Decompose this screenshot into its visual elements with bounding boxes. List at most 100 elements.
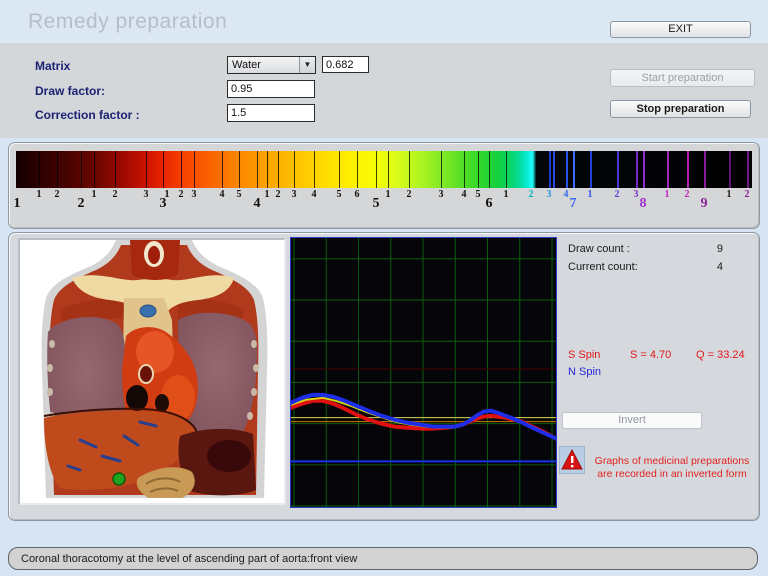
spectrum-scale-number: 6 (355, 189, 360, 200)
exit-button[interactable]: EXIT (610, 21, 751, 38)
spectrum-tick (636, 151, 638, 188)
spectrum-tick (388, 151, 389, 188)
spectrum-tick (57, 151, 58, 188)
spectrum-scale-number: 2 (113, 189, 118, 200)
draw-factor-field[interactable]: 0.95 (227, 80, 315, 98)
status-bar: Coronal thoracotomy at the level of asce… (8, 547, 758, 570)
spectrum-scale-number: 4 (254, 196, 261, 212)
spectrum-scale-number: 3 (192, 189, 197, 200)
form-band (0, 43, 768, 138)
stop-preparation-button[interactable]: Stop preparation (610, 100, 751, 118)
spectrum-tick (566, 151, 568, 188)
spectrum-scale-number: 1 (386, 189, 391, 200)
spectrum-scale-number: 6 (486, 196, 493, 212)
spectrum-tick (617, 151, 619, 188)
spectrum-tick (267, 151, 268, 188)
chevron-down-icon[interactable]: ▼ (299, 57, 315, 73)
spectrum-scale-number: 4 (564, 189, 569, 200)
matrix-select[interactable]: Water ▼ (227, 56, 316, 74)
spectrum-tick (704, 151, 706, 188)
start-preparation-button[interactable]: Start preparation (610, 69, 755, 87)
spectrum-scale-number: 1 (14, 196, 21, 212)
coronal-section-image (20, 240, 284, 503)
spectrum-tick (94, 151, 95, 188)
matrix-coefficient-field[interactable]: 0.682 (322, 56, 369, 73)
correction-factor-field[interactable]: 1.5 (227, 104, 315, 122)
spectrum-tick (222, 151, 223, 188)
spectrum-scale-number: 5 (237, 189, 242, 200)
warning-text-line2: are recorded in an inverted form (586, 468, 758, 481)
matrix-label: Matrix (35, 59, 70, 73)
spectrum-tick (553, 151, 555, 188)
spectrum-tick (278, 151, 279, 188)
spectrum-tick (314, 151, 315, 188)
spectrum-tick (590, 151, 592, 188)
spectrum-tick (294, 151, 295, 188)
spectrum-tick (667, 151, 669, 188)
page-title: Remedy preparation (28, 10, 227, 34)
spectrum-scale-number: 9 (701, 196, 708, 212)
spectrum-tick (146, 151, 147, 188)
current-count-value: 4 (717, 261, 723, 273)
spectrum-tick (573, 151, 575, 188)
n-spin-label: N Spin (568, 366, 601, 378)
spectrum-scale-number: 5 (337, 189, 342, 200)
spectrum-scale-number: 1 (588, 189, 593, 200)
spectrum-scale-number: 2 (529, 189, 534, 200)
current-count-label: Current count: (568, 261, 638, 273)
draw-factor-label: Draw factor: (35, 84, 105, 98)
spectrum-tick (643, 151, 645, 188)
spectrum-panel: 1212312345123456123451234123121212345678… (8, 142, 760, 229)
spectrum-tick (506, 151, 507, 188)
spectrum-tick (357, 151, 358, 188)
spectrum-tick (339, 151, 340, 188)
spectrum-scale-number: 1 (37, 189, 42, 200)
spectrum-tick (39, 151, 40, 188)
invert-button[interactable]: Invert (562, 412, 702, 429)
spectrum-scale-number: 2 (745, 189, 750, 200)
spectrum-tick (181, 151, 182, 188)
draw-count-value: 9 (717, 243, 723, 255)
matrix-select-value: Water (232, 59, 261, 71)
current-count-row: Current count: 4 (568, 261, 723, 273)
warning-text-line1: Graphs of medicinal preparations (586, 455, 758, 468)
warning-triangle-icon (559, 446, 585, 474)
spectrum-scale-number: 2 (407, 189, 412, 200)
correction-factor-label: Correction factor : (35, 108, 140, 122)
spectrum-tick (239, 151, 240, 188)
spectrum-tick (478, 151, 479, 188)
spectrum-scale-number: 4 (220, 189, 225, 200)
spectrum-scale-number: 1 (265, 189, 270, 200)
frequency-spectrum-bar[interactable] (16, 151, 752, 188)
spectrum-scale-number: 1 (504, 189, 509, 200)
s-spin-value: S = 4.70 (630, 349, 671, 361)
spectrum-scale-number: 3 (292, 189, 297, 200)
spectrum-scale-number: 1 (727, 189, 732, 200)
spectrum-scale-number: 2 (78, 196, 85, 212)
spectrum-scale-number: 2 (179, 189, 184, 200)
spectrum-scale-number: 8 (640, 196, 647, 212)
spectrum-scale-number: 3 (439, 189, 444, 200)
spectrum-scale-number: 3 (634, 189, 639, 200)
warning-text: Graphs of medicinal preparations are rec… (586, 455, 758, 481)
spectrum-scale-number: 3 (160, 196, 167, 212)
spectrum-scale-number: 2 (55, 189, 60, 200)
spectrum-tick (163, 151, 164, 188)
spectrum-tick (687, 151, 689, 188)
spectrum-tick (489, 151, 490, 188)
spectrum-scale-number: 4 (312, 189, 317, 200)
spectrum-scale-number: 3 (144, 189, 149, 200)
s-spin-label: S Spin (568, 349, 600, 361)
spectrum-tick (729, 151, 731, 188)
spectrum-tick (549, 151, 551, 188)
spectral-graph (290, 237, 557, 508)
spectrum-tick (409, 151, 410, 188)
spectrum-tick (441, 151, 442, 188)
spectrum-scale-number: 3 (547, 189, 552, 200)
spectrum-tick (115, 151, 116, 188)
status-text: Coronal thoracotomy at the level of asce… (21, 553, 357, 565)
spectrum-scale-number: 5 (476, 189, 481, 200)
spectrum-tick (257, 151, 258, 188)
spectrum-scale-number: 1 (665, 189, 670, 200)
draw-count-row: Draw count : 9 (568, 243, 723, 255)
